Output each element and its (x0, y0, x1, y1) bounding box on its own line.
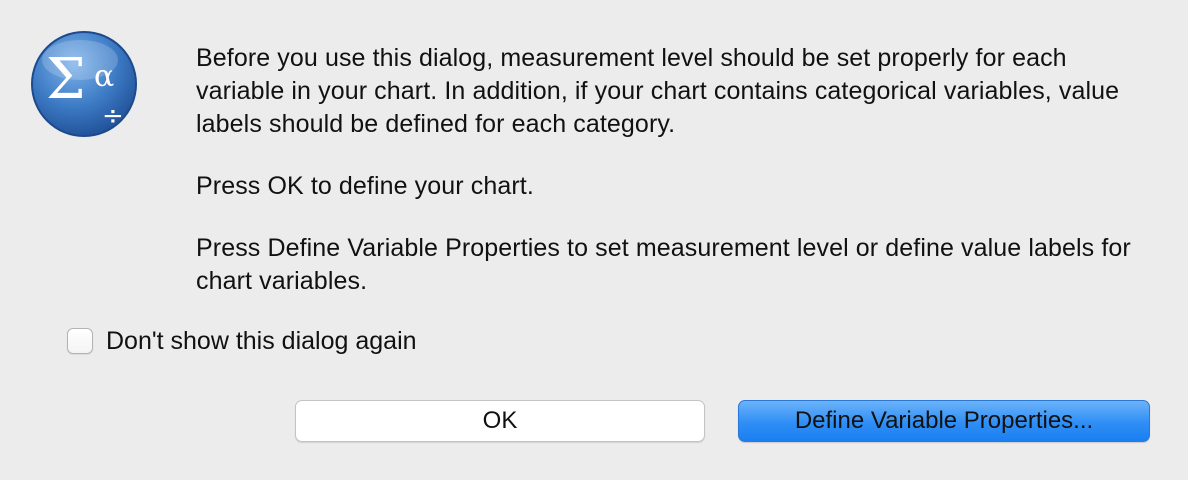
svg-text:α: α (94, 59, 114, 94)
sigma-alpha-icon: Σ α ÷ (31, 31, 137, 137)
message-paragraph: Press Define Variable Properties to set … (196, 234, 1131, 295)
message-paragraph: Before you use this dialog, measurement … (196, 44, 1120, 138)
message-paragraph: Press OK to define your chart. (196, 172, 534, 200)
svg-text:Σ: Σ (46, 47, 86, 112)
dialog-message: Before you use this dialog, measurement … (196, 42, 1136, 327)
alert-dialog: Σ α ÷ Before you use this dialog, measur… (0, 0, 1188, 480)
svg-text:÷: ÷ (102, 101, 124, 131)
define-variable-properties-button[interactable]: Define Variable Properties... (738, 400, 1150, 442)
dont-show-again-option[interactable]: Don't show this dialog again (67, 325, 417, 357)
spss-app-icon: Σ α ÷ (28, 28, 140, 140)
dont-show-again-checkbox[interactable] (67, 328, 93, 354)
ok-button[interactable]: OK (295, 400, 705, 442)
dont-show-again-label[interactable]: Don't show this dialog again (106, 325, 417, 357)
